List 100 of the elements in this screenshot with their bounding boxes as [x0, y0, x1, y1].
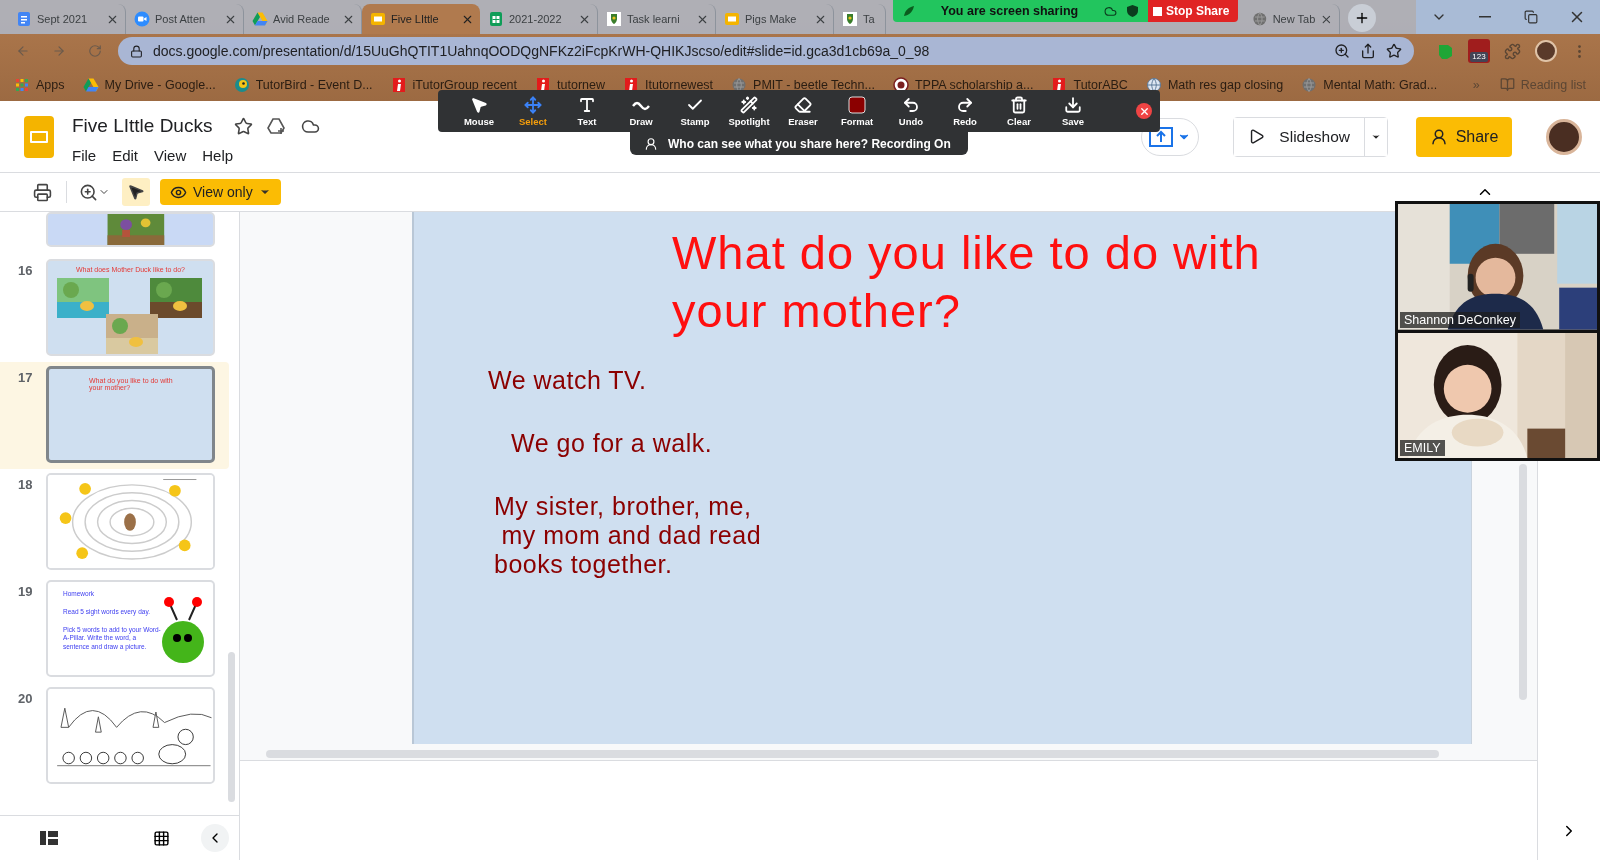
undo-icon: [902, 95, 920, 114]
menu-item[interactable]: File: [72, 147, 97, 164]
scrollbar[interactable]: [1519, 464, 1527, 700]
select-tool-button[interactable]: [122, 178, 150, 206]
annotation-tool[interactable]: Text: [560, 91, 614, 131]
menu-item[interactable]: Edit: [112, 147, 139, 164]
bookmark-link[interactable]: Mental Math: Grad...: [1301, 76, 1438, 93]
close-icon: [1138, 105, 1150, 117]
browser-tab[interactable]: New Tab: [1244, 4, 1340, 34]
browser-tab[interactable]: Pigs Make: [716, 4, 834, 34]
crest-icon: [606, 11, 622, 27]
share-icon[interactable]: [1360, 43, 1376, 59]
close-toolbar-button[interactable]: [1136, 103, 1152, 119]
slideshow-button[interactable]: Slideshow: [1234, 117, 1365, 156]
annotation-tool[interactable]: Clear: [992, 91, 1046, 131]
person-icon: [1429, 127, 1448, 146]
move-arrows-icon: [524, 95, 542, 114]
list-view-icon[interactable]: [40, 831, 58, 845]
account-avatar[interactable]: [1546, 118, 1582, 155]
plus-icon: [1354, 10, 1370, 26]
slide-number: 16: [18, 262, 34, 280]
view-mode-button[interactable]: View only: [160, 179, 281, 205]
redo-icon: [956, 95, 974, 114]
docs-icon: [16, 11, 32, 27]
browser-tab[interactable]: Sept 2021: [8, 4, 126, 34]
slide-number: 18: [18, 476, 34, 494]
bookmark-link[interactable]: TutorBird - Event D...: [233, 76, 373, 93]
bookmark-link[interactable]: TutorABC: [1051, 76, 1128, 93]
bookmark-link[interactable]: iTutorGroup recent: [390, 76, 518, 93]
slide-title: What do you like to do with your mother?: [672, 225, 1261, 339]
address-bar[interactable]: docs.google.com/presentation/d/15UuGhQTIT1UahnqOODQgNFKz2iFcpKrWH-QHIKJscso/edit#slide=id.gca3d1cb69a_0_98: [118, 37, 1414, 65]
menu-item[interactable]: View: [154, 147, 187, 164]
stop-share-button[interactable]: Stop Share: [1148, 0, 1238, 22]
answer-text: My sister, brother, me, my mom and dad read books together.: [494, 492, 762, 579]
user-icon: [644, 136, 658, 151]
restore-icon: [1524, 10, 1538, 24]
drive-icon: [82, 76, 99, 93]
collapse-panel-button[interactable]: [201, 824, 229, 852]
annotation-tool[interactable]: Select: [506, 91, 560, 131]
info-i-icon: [623, 76, 639, 93]
star-icon[interactable]: [234, 116, 254, 136]
bookmark-link[interactable]: My Drive - Google...: [82, 76, 216, 93]
present-screen-icon: [1149, 126, 1174, 147]
reload-icon: [88, 43, 102, 59]
recording-notice[interactable]: Who can see what you share here? Recording On: [630, 132, 968, 155]
trash-icon: [1010, 95, 1028, 114]
browser-tab[interactable]: Ta: [834, 4, 886, 34]
bookmark-link[interactable]: tutornew: [535, 76, 605, 93]
zoom-in-icon[interactable]: [1334, 43, 1350, 59]
drive-add-icon[interactable]: [267, 117, 288, 135]
bookmark-link[interactable]: Itutornewest: [623, 76, 714, 93]
document-title[interactable]: Five LIttle Ducks: [72, 115, 213, 137]
bookmark-star-icon[interactable]: [1386, 43, 1402, 59]
bird-icon: [233, 76, 250, 93]
annotation-tool[interactable]: Stamp: [668, 91, 722, 131]
slide-number: 19: [18, 583, 34, 601]
sheets-icon: [488, 11, 504, 27]
extension-icon[interactable]: 123: [1468, 39, 1490, 63]
info-i-icon: [535, 76, 552, 93]
zoom-icon: [79, 182, 98, 202]
browser-tab[interactable]: Post Atten: [126, 4, 244, 34]
apps-grid-icon: [14, 76, 30, 93]
drive-icon: [252, 11, 268, 27]
lock-icon: [130, 44, 143, 58]
annotation-tool[interactable]: Eraser: [776, 91, 830, 131]
scrollbar[interactable]: [228, 652, 235, 802]
eraser-icon: [794, 95, 812, 114]
slide-number: 20: [18, 690, 34, 708]
magic-wand-icon: [740, 95, 758, 114]
slide-number: 17: [18, 369, 34, 387]
pointer-icon: [127, 183, 145, 201]
annotation-tool[interactable]: Save: [1046, 91, 1100, 131]
share-button[interactable]: Share: [1416, 116, 1512, 157]
annotation-tool[interactable]: Undo: [884, 91, 938, 131]
crest-icon: [842, 11, 858, 27]
text-icon: [578, 95, 596, 114]
new-tab-button[interactable]: [1348, 4, 1376, 32]
profile-avatar[interactable]: [1535, 40, 1557, 62]
browser-tab[interactable]: Task learni: [598, 4, 716, 34]
bookmark-link[interactable]: Apps: [14, 76, 65, 93]
annotation-tool[interactable]: Format: [830, 91, 884, 131]
crest-icon: [892, 76, 909, 93]
info-i-icon: [1051, 76, 1068, 93]
scrollbar[interactable]: [266, 750, 1439, 758]
globe-icon: [1301, 76, 1318, 93]
leaf-icon: [903, 5, 915, 17]
annotation-tool[interactable]: Redo: [938, 91, 992, 131]
annotation-tool[interactable]: Draw: [614, 91, 668, 131]
annotation-tool[interactable]: Spotlight: [722, 91, 776, 131]
participant-name: EMILY: [1400, 440, 1445, 456]
annotation-tool[interactable]: Mouse: [452, 91, 506, 131]
play-icon: [1248, 128, 1266, 145]
menu-item[interactable]: Help: [202, 147, 234, 164]
download-icon: [1064, 95, 1082, 114]
browser-tab[interactable]: 2021-2022: [480, 4, 598, 34]
globe-icon: [1252, 11, 1268, 27]
grid-view-icon[interactable]: [153, 829, 170, 847]
browser-tab[interactable]: Five LIttle: [362, 4, 480, 34]
info-i-icon: [390, 76, 407, 93]
color-swatch-icon: [848, 95, 866, 114]
